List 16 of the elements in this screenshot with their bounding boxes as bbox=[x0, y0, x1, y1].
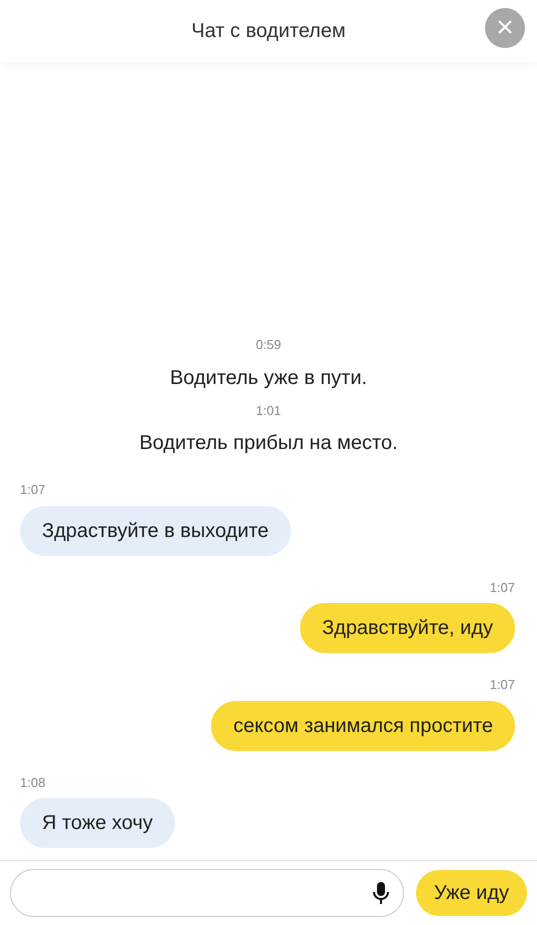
incoming-message-bubble: Здраствуйте в выходите bbox=[20, 506, 291, 556]
message-time: 1:01 bbox=[256, 402, 282, 420]
incoming-message-bubble: Я тоже хочу bbox=[20, 798, 175, 848]
window-title: Чат с водителем bbox=[191, 19, 346, 44]
quick-reply-button[interactable]: Уже иду bbox=[416, 870, 527, 916]
message-time: 1:08 bbox=[20, 774, 46, 792]
microphone-icon[interactable] bbox=[373, 881, 390, 905]
message-time: 0:59 bbox=[256, 336, 282, 354]
outgoing-message-bubble: сексом занимался простите bbox=[211, 700, 515, 750]
message-time: 1:07 bbox=[20, 481, 46, 499]
message-time: 1:07 bbox=[490, 676, 515, 694]
outgoing-message-bubble: Здравствуйте, иду bbox=[300, 603, 515, 653]
message-time: 1:07 bbox=[490, 578, 515, 596]
system-message: Водитель прибыл на место. bbox=[139, 431, 398, 456]
message-input-field[interactable] bbox=[10, 869, 404, 917]
system-message: Водитель уже в пути. bbox=[170, 366, 368, 390]
